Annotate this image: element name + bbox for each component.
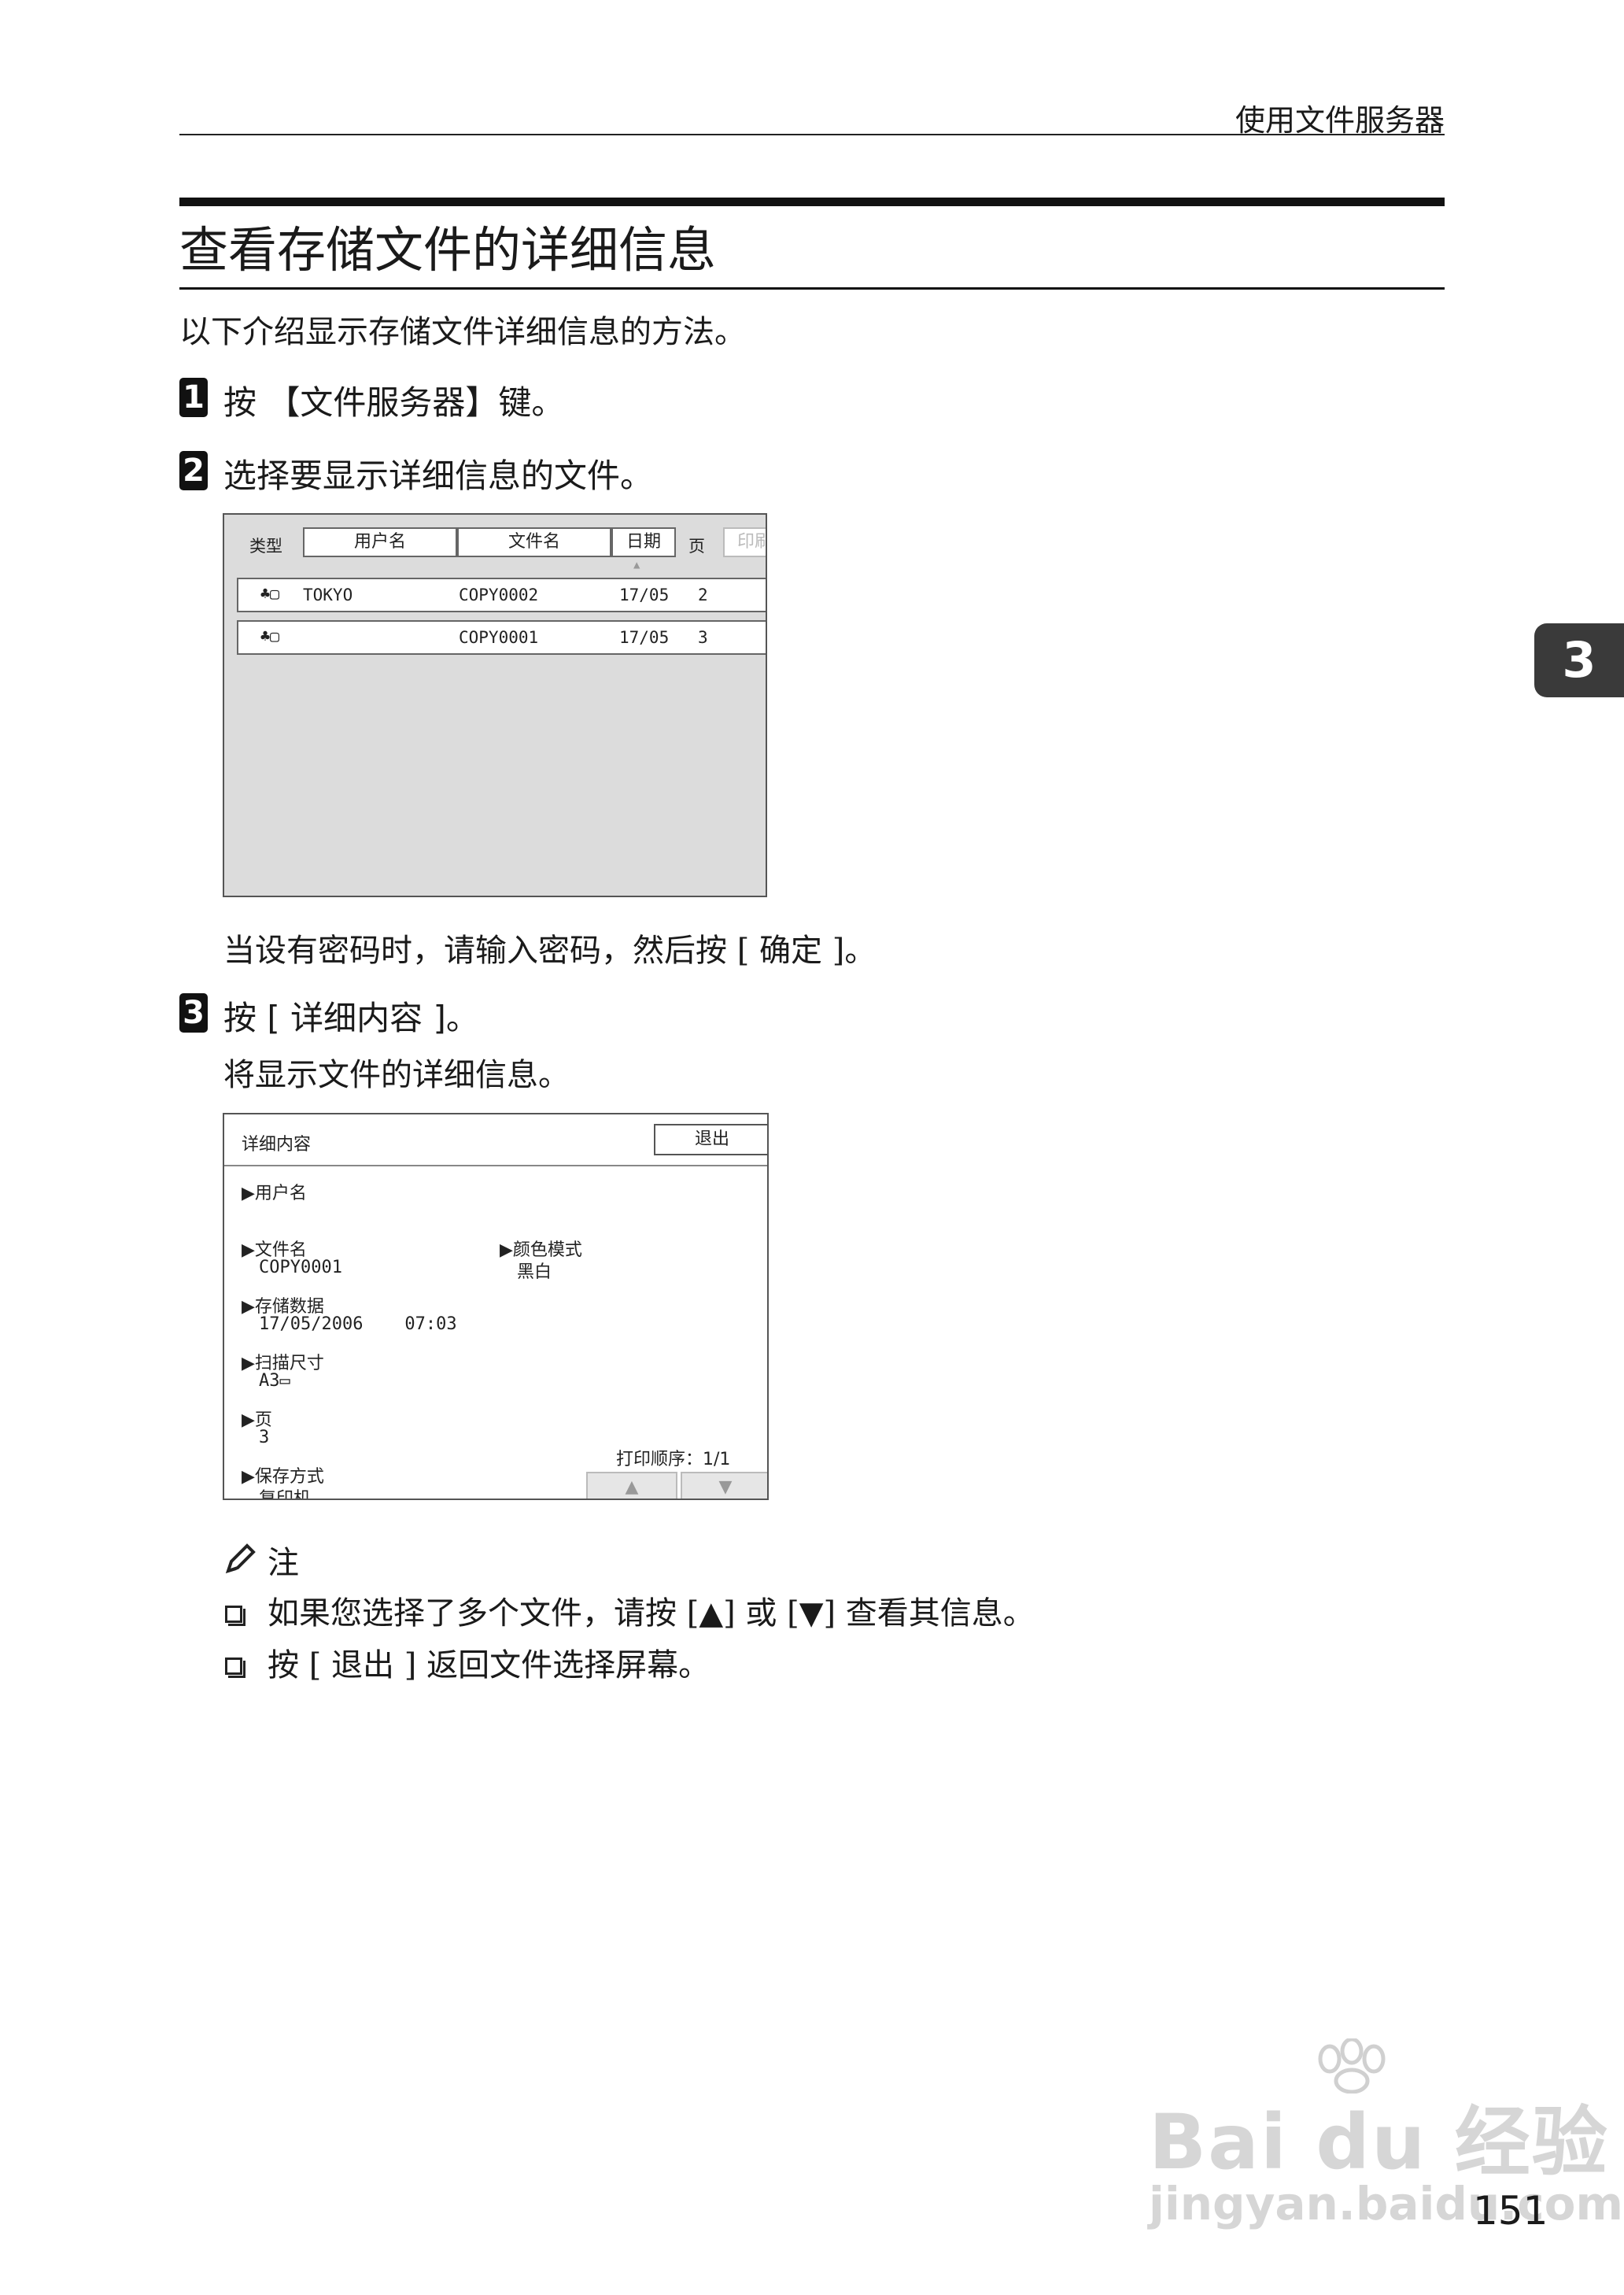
step-2-badge: 2: [179, 451, 208, 490]
note-pencil-icon: [223, 1541, 258, 1579]
row-pages: 2: [698, 586, 708, 604]
stored-file-icon: ♣▢: [260, 584, 280, 603]
row-date: 17/05: [619, 628, 670, 647]
step-3-result: 将显示文件的详细信息。: [223, 1057, 570, 1093]
note-bullet-icon: [225, 1606, 245, 1626]
file-row[interactable]: ♣▢ TOKYO COPY0002 17/05 2: [237, 578, 766, 612]
step-2-text: 选择要显示详细信息的文件。: [223, 456, 654, 495]
title-rule: [179, 287, 1445, 290]
note-heading: 注: [268, 1545, 299, 1581]
step-3-badge: 3: [179, 993, 208, 1033]
step-1-badge: 1: [179, 378, 208, 417]
header-rule: [179, 134, 1445, 135]
step-2-note: 当设有密码时，请输入密码，然后按 [ 确定 ]。: [223, 933, 877, 969]
row-user: TOKYO: [303, 586, 353, 604]
scroll-down-button[interactable]: ▼: [681, 1472, 767, 1499]
column-pages: 页: [688, 537, 705, 556]
column-date[interactable]: 日期: [611, 527, 676, 557]
column-user-name[interactable]: 用户名: [303, 527, 457, 557]
exit-button[interactable]: 退出: [654, 1124, 767, 1155]
note-bullet-icon: [225, 1658, 245, 1678]
row-date: 17/05: [619, 586, 670, 604]
watermark-url: jingyan.baidu.com: [1149, 2177, 1623, 2230]
note-item-2: 按 [ 退出 ] 返回文件选择屏幕。: [268, 1647, 710, 1683]
details-title: 详细内容: [242, 1135, 312, 1155]
user-name-label: ▶用户名: [242, 1184, 307, 1203]
running-header: 使用文件服务器: [1235, 103, 1445, 138]
row-file: COPY0002: [459, 586, 539, 604]
chapter-tab: 3: [1534, 623, 1624, 697]
file-name-value: COPY0001: [259, 1258, 342, 1277]
watermark-brand: Bai du 经验: [1149, 2098, 1609, 2186]
file-list-screenshot: 类型 用户名 文件名 日期 页 印刷 ▲ ♣▢ TOKYO COPY0002 1…: [223, 513, 767, 897]
step-1-text: 按 【文件服务器】键。: [223, 383, 565, 422]
row-file: COPY0001: [459, 628, 539, 647]
print-order: 打印顺序：1/1: [616, 1450, 731, 1469]
row-pages: 3: [698, 628, 708, 647]
details-screenshot: 详细内容 退出 ▶用户名 ▶文件名 COPY0001 ▶颜色模式 黑白 ▶存储数…: [223, 1113, 769, 1500]
intro-text: 以下介绍显示存储文件详细信息的方法。: [179, 314, 746, 350]
stored-file-icon: ♣▢: [260, 626, 280, 645]
scan-size-value: A3▭: [259, 1371, 290, 1391]
note-item-1: 如果您选择了多个文件，请按 [▲] 或 [▼] 查看其信息。: [268, 1595, 1035, 1632]
step-3-text: 按 [ 详细内容 ]。: [223, 999, 479, 1037]
details-divider: [224, 1165, 767, 1166]
page-title: 查看存储文件的详细信息: [179, 221, 717, 279]
paper-orientation-icon: ▭: [279, 1371, 290, 1391]
page-number: 151: [1473, 2188, 1548, 2234]
color-mode-value: 黑白: [517, 1262, 552, 1282]
save-method-value: 复印机: [259, 1489, 312, 1500]
pages-value: 3: [259, 1428, 270, 1447]
stored-value: 17/05/2006 07:03: [259, 1314, 457, 1334]
column-print[interactable]: 印刷: [723, 527, 766, 557]
sort-up-icon: ▲: [633, 559, 640, 571]
title-bar: [179, 198, 1445, 206]
scan-size-text: A3: [259, 1371, 280, 1391]
column-file-name[interactable]: 文件名: [457, 527, 611, 557]
scroll-up-button[interactable]: ▲: [586, 1472, 677, 1499]
file-row[interactable]: ♣▢ COPY0001 17/05 3: [237, 620, 766, 655]
type-label: 类型: [249, 537, 282, 556]
